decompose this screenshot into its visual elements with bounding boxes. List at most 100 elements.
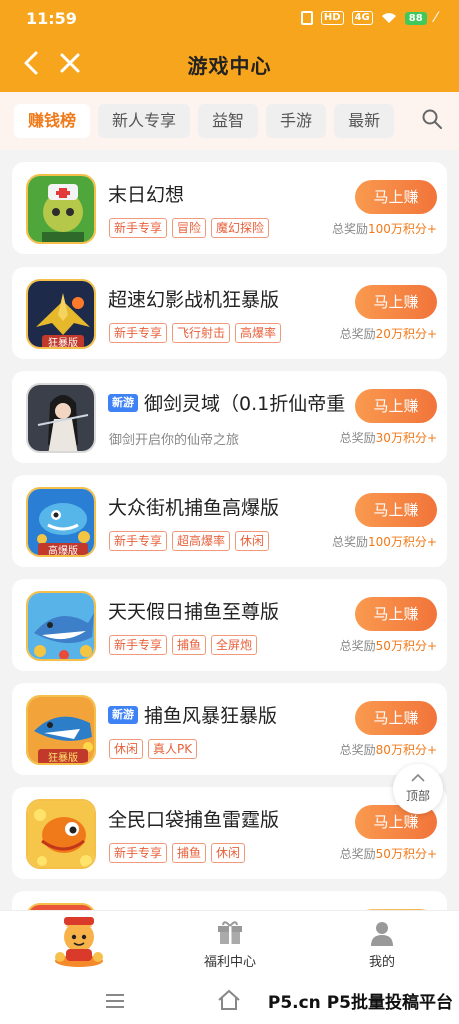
home-icon[interactable] — [216, 988, 242, 1012]
game-tag: 休闲 — [235, 531, 270, 551]
game-tag: 飞行射击 — [172, 323, 231, 343]
tiger-mascot-icon — [55, 917, 103, 967]
bottom-nav-mascot[interactable] — [50, 911, 108, 973]
new-game-badge: 新游 — [108, 393, 138, 412]
reward-prefix: 总奖励 — [339, 743, 376, 757]
total-reward: 总奖励80万积分+ — [340, 741, 437, 758]
total-reward: 总奖励50万积分+ — [340, 845, 437, 862]
game-tags: 新手专享 超高爆率 休闲 — [109, 531, 270, 551]
back-to-top-label: 顶部 — [405, 789, 430, 803]
game-icon — [26, 799, 96, 869]
game-tags: 休闲 真人PK — [109, 739, 198, 759]
menu-icon[interactable] — [104, 992, 126, 1010]
game-tag: 新手专享 — [109, 531, 168, 551]
reward-amount: 20万积分+ — [375, 327, 437, 341]
total-reward: 总奖励100万积分+ — [332, 533, 437, 550]
game-tag: 超高爆率 — [172, 531, 231, 551]
close-icon[interactable] — [56, 48, 84, 78]
reward-prefix: 总奖励 — [339, 431, 376, 445]
bottom-nav: 福利中心 我的 — [0, 910, 459, 982]
search-icon[interactable] — [421, 108, 443, 130]
total-reward: 总奖励50万积分+ — [340, 637, 437, 654]
game-tag: 全屏炮 — [211, 635, 258, 655]
icon-label: 高爆版 — [48, 544, 78, 557]
status-bar: 11:59 HD 4G 88 ⁄ — [0, 0, 459, 36]
game-card[interactable]: 狂暴版 新游 捕鱼风暴狂暴版 休闲 真人PK 马上赚 总奖励80万积分+ — [12, 683, 447, 775]
game-card[interactable]: 狂暴版 超速幻影战机狂暴版 新手专享 飞行射击 高爆率 马上赚 总奖励20万积分… — [12, 267, 447, 359]
back-arrow-icon[interactable] — [18, 48, 44, 78]
game-name-row: 超速幻影战机狂暴版 — [108, 285, 358, 312]
game-tag: 冒险 — [172, 218, 207, 238]
total-reward: 总奖励100万积分+ — [332, 220, 437, 237]
tab-newcomer[interactable]: 新人专享 — [98, 104, 191, 138]
game-tag: 休闲 — [211, 843, 246, 863]
reward-prefix: 总奖励 — [332, 222, 369, 236]
reward-prefix: 总奖励 — [332, 535, 369, 549]
game-name-row: 大众街机捕鱼高爆版 — [108, 493, 358, 520]
gift-icon — [218, 921, 242, 944]
reward-amount: 30万积分+ — [375, 431, 437, 445]
total-reward: 总奖励20万积分+ — [340, 325, 437, 342]
game-card[interactable]: 天天假日捕鱼至尊版 新手专享 捕鱼 全屏炮 马上赚 总奖励50万积分+ — [12, 579, 447, 671]
game-tag: 魔幻探险 — [211, 218, 270, 238]
game-tag: 新手专享 — [109, 218, 168, 238]
earn-now-button[interactable]: 马上赚 — [355, 285, 437, 319]
earn-now-button[interactable]: 马上赚 — [355, 597, 437, 631]
chevron-up-icon — [411, 773, 425, 782]
vibrate-icon — [300, 11, 313, 25]
earn-now-button[interactable]: 马上赚 — [355, 180, 437, 214]
reward-amount: 50万积分+ — [375, 847, 437, 861]
wifi-icon — [381, 13, 396, 23]
reward-amount: 50万积分+ — [375, 639, 437, 653]
tab-mobile-games[interactable]: 手游 — [266, 104, 327, 138]
game-card[interactable]: 新游 御剑灵域（0.1折仙帝重 御剑开启你的仙帝之旅 马上赚 总奖励30万积分+ — [12, 371, 447, 463]
game-name: 末日幻想 — [108, 184, 185, 206]
new-game-badge: 新游 — [108, 705, 138, 724]
game-name: 天天假日捕鱼至尊版 — [108, 601, 280, 623]
tab-latest[interactable]: 最新 — [334, 104, 395, 138]
reward-prefix: 总奖励 — [339, 639, 376, 653]
game-tag: 高爆率 — [235, 323, 282, 343]
game-icon — [26, 591, 96, 661]
game-icon: 狂暴版 — [26, 695, 96, 765]
game-name: 御剑灵域（0.1折仙帝重 — [144, 393, 346, 415]
category-tabs: 赚钱榜 新人专享 益智 手游 最新 — [0, 92, 459, 150]
game-name: 捕鱼风暴狂暴版 — [144, 705, 278, 727]
game-card[interactable]: 末日幻想 新手专享 冒险 魔幻探险 马上赚 总奖励100万积分+ — [12, 162, 447, 254]
status-time: 11:59 — [26, 8, 77, 28]
bottom-nav-mine-label: 我的 — [368, 955, 395, 970]
reward-amount: 100万积分+ — [368, 535, 437, 549]
watermark-text: P5.cn P5批量投稿平台 — [265, 988, 455, 1013]
game-name-row: 新游 捕鱼风暴狂暴版 — [108, 701, 358, 728]
bottom-nav-mine[interactable]: 我的 — [357, 919, 407, 970]
game-tag: 新手专享 — [109, 843, 168, 863]
game-tags: 新手专享 飞行射击 高爆率 — [109, 323, 282, 343]
reward-prefix: 总奖励 — [339, 847, 376, 861]
game-card[interactable]: 全民口袋捕鱼雷霆版 新手专享 捕鱼 休闲 马上赚 总奖励50万积分+ — [12, 787, 447, 879]
game-tag: 新手专享 — [109, 323, 168, 343]
earn-now-button[interactable]: 马上赚 — [355, 701, 437, 735]
app-header: 11:59 HD 4G 88 ⁄ 游戏中心 — [0, 0, 459, 92]
earn-now-button[interactable]: 马上赚 — [355, 493, 437, 527]
game-name: 全民口袋捕鱼雷霆版 — [108, 809, 280, 831]
nav-bar: 游戏中心 — [0, 36, 459, 92]
game-name-row: 天天假日捕鱼至尊版 — [108, 597, 358, 624]
game-tag: 真人PK — [148, 739, 198, 759]
back-to-top-button[interactable]: 顶部 — [393, 764, 443, 814]
tab-earn-ranking[interactable]: 赚钱榜 — [14, 104, 91, 138]
earn-now-button[interactable]: 马上赚 — [355, 389, 437, 423]
bottom-nav-welfare[interactable]: 福利中心 — [195, 919, 265, 970]
game-icon — [26, 383, 96, 453]
charging-icon: ⁄ — [434, 10, 437, 26]
game-description: 御剑开启你的仙帝之旅 — [109, 433, 240, 448]
battery-icon: 88 — [404, 11, 427, 25]
tab-puzzle[interactable]: 益智 — [198, 104, 259, 138]
system-nav-bar: P5.cn P5批量投稿平台 — [0, 982, 459, 1024]
bottom-nav-welfare-label: 福利中心 — [203, 955, 256, 970]
game-card[interactable]: 高爆版 大众街机捕鱼高爆版 新手专享 超高爆率 休闲 马上赚 总奖励100万积分… — [12, 475, 447, 567]
game-icon — [26, 174, 96, 244]
reward-amount: 80万积分+ — [375, 743, 437, 757]
reward-amount: 100万积分+ — [368, 222, 437, 236]
game-icon: 狂暴版 — [26, 279, 96, 349]
network-4g-icon: 4G — [351, 11, 373, 25]
